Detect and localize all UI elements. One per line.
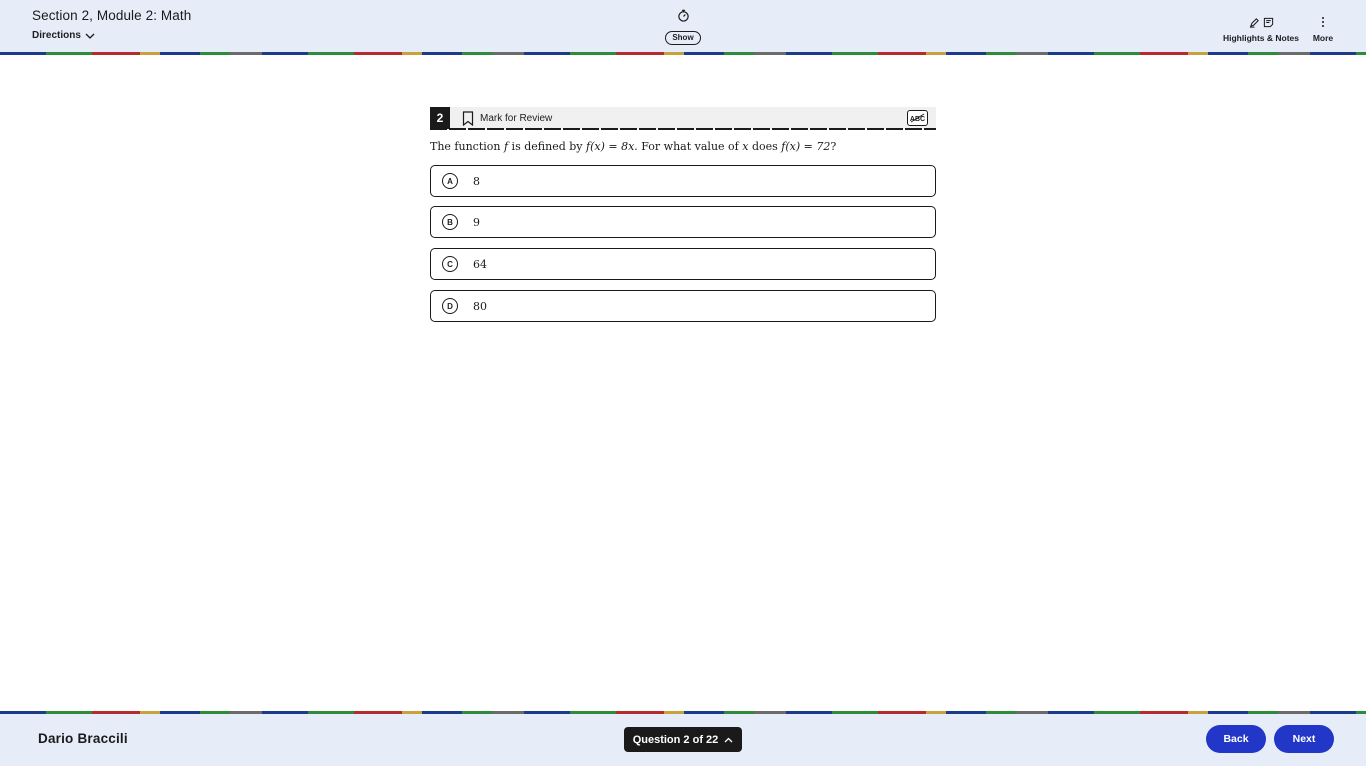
next-button[interactable]: Next <box>1274 725 1334 753</box>
question-header-dashed-divider <box>430 128 936 130</box>
question-prompt: The function f is defined by f(x) = 8x. … <box>430 140 950 153</box>
prompt-equation: f(x) = 72 <box>781 140 831 153</box>
answer-choice-b[interactable]: B 9 <box>430 206 936 238</box>
choice-value: 80 <box>473 299 487 313</box>
choice-letter-badge: D <box>442 298 458 314</box>
svg-text:ABC: ABC <box>910 116 925 123</box>
note-icon <box>1263 17 1273 27</box>
chevron-down-icon <box>85 33 95 39</box>
mark-for-review-label: Mark for Review <box>480 113 553 124</box>
prompt-text: . For what value of <box>634 140 743 153</box>
answer-choice-a[interactable]: A 8 <box>430 165 936 197</box>
choice-letter-badge: B <box>442 214 458 230</box>
prompt-text: does <box>748 140 782 153</box>
abc-strikethrough-icon: ABC <box>910 113 925 123</box>
highlights-notes-label: Highlights & Notes <box>1222 33 1300 43</box>
choice-value: 64 <box>473 257 487 271</box>
prompt-text: The function <box>430 140 504 153</box>
timer-area: Show <box>664 9 702 45</box>
highlights-notes-button[interactable]: Highlights & Notes <box>1222 16 1300 43</box>
question-navigator-label: Question 2 of 22 <box>632 733 719 746</box>
prompt-equation: f(x) = 8x <box>586 140 635 153</box>
prompt-text: is defined by <box>508 140 586 153</box>
stopwatch-icon <box>677 9 690 22</box>
header-left: Section 2, Module 2: Math Directions <box>32 8 191 41</box>
question-number-badge: 2 <box>430 107 450 129</box>
chevron-up-icon <box>724 737 733 742</box>
choice-letter-badge: C <box>442 256 458 272</box>
back-button[interactable]: Back <box>1206 725 1266 753</box>
more-label: More <box>1312 33 1334 43</box>
mark-for-review-toggle[interactable]: Mark for Review <box>462 111 552 126</box>
answer-choice-c[interactable]: C 64 <box>430 248 936 280</box>
bookmark-icon <box>462 111 474 126</box>
highlighter-icon <box>1249 17 1259 28</box>
directions-toggle[interactable]: Directions <box>32 30 191 41</box>
top-bar: Section 2, Module 2: Math Directions Sho… <box>0 0 1366 52</box>
student-name: Dario Braccili <box>38 731 128 746</box>
bottom-bar: Dario Braccili Question 2 of 22 Back Nex… <box>0 714 1366 766</box>
choice-value: 8 <box>473 174 480 188</box>
question-navigator-button[interactable]: Question 2 of 22 <box>624 727 742 752</box>
answer-eliminator-button[interactable]: ABC <box>907 110 928 126</box>
header-divider-stripe <box>0 52 1366 55</box>
vertical-dots-icon <box>1318 16 1328 28</box>
question-header-bar: 2 Mark for Review ABC <box>430 107 936 129</box>
choice-letter-badge: A <box>442 173 458 189</box>
section-title: Section 2, Module 2: Math <box>32 8 192 23</box>
timer-show-button[interactable]: Show <box>665 31 701 45</box>
directions-label: Directions <box>32 30 81 41</box>
answer-choice-d[interactable]: D 80 <box>430 290 936 322</box>
prompt-text: ? <box>830 140 837 153</box>
choice-value: 9 <box>473 215 480 229</box>
more-button[interactable]: More <box>1309 16 1337 43</box>
